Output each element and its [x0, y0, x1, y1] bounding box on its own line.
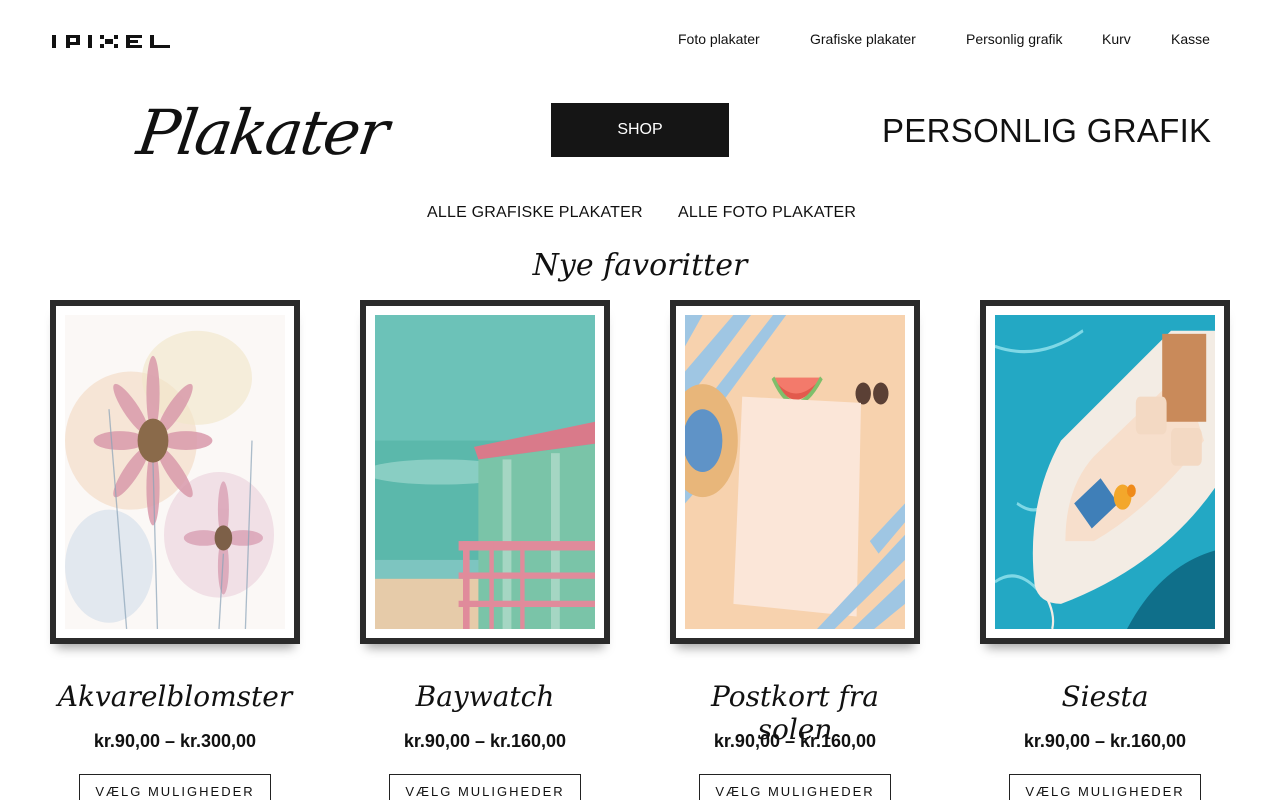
- choose-options-button[interactable]: VÆLG MULIGHEDER: [699, 774, 891, 800]
- product-image-link[interactable]: [980, 300, 1230, 644]
- product-card: Postkort fra solen kr.90,00 – kr.160,00 …: [670, 300, 920, 800]
- product-image-link[interactable]: [360, 300, 610, 644]
- personlig-grafik-heading[interactable]: PERSONLIG GRAFIK: [882, 112, 1211, 150]
- main-nav: Foto plakater Grafiske plakater Personli…: [0, 31, 1280, 51]
- link-alle-grafiske-plakater[interactable]: ALLE GRAFISKE PLAKATER: [427, 204, 643, 222]
- plakater-heading[interactable]: Plakater: [133, 96, 392, 169]
- product-price: kr.90,00 – kr.300,00: [93, 731, 257, 751]
- nav-grafiske-plakater[interactable]: Grafiske plakater: [810, 31, 916, 47]
- lifeguard-tower-icon: [375, 315, 595, 629]
- product-price: kr.90,00 – kr.160,00: [713, 731, 877, 751]
- choose-options-button[interactable]: VÆLG MULIGHEDER: [79, 774, 271, 800]
- boat-aerial-icon: [995, 315, 1215, 629]
- shop-button[interactable]: SHOP: [551, 103, 729, 157]
- beach-postcard-icon: [685, 315, 905, 629]
- nav-kurv[interactable]: Kurv: [1102, 31, 1131, 47]
- product-price: kr.90,00 – kr.160,00: [403, 731, 567, 751]
- product-price: kr.90,00 – kr.160,00: [1023, 731, 1187, 751]
- product-card: Siesta kr.90,00 – kr.160,00 VÆLG MULIGHE…: [980, 300, 1230, 800]
- product-name[interactable]: Siesta: [980, 680, 1230, 713]
- product-image-link[interactable]: [50, 300, 300, 644]
- product-name[interactable]: Akvarelblomster: [50, 680, 300, 713]
- product-name[interactable]: Baywatch: [360, 680, 610, 713]
- nav-foto-plakater[interactable]: Foto plakater: [678, 31, 760, 47]
- product-card: Baywatch kr.90,00 – kr.160,00 VÆLG MULIG…: [360, 300, 610, 800]
- section-title: Nye favoritter: [532, 248, 748, 283]
- watercolor-flowers-icon: [65, 315, 285, 629]
- product-card: Akvarelblomster kr.90,00 – kr.300,00 VÆL…: [50, 300, 300, 800]
- link-alle-foto-plakater[interactable]: ALLE FOTO PLAKATER: [678, 204, 856, 222]
- product-image-link[interactable]: [670, 300, 920, 644]
- nav-kasse[interactable]: Kasse: [1171, 31, 1210, 47]
- choose-options-button[interactable]: VÆLG MULIGHEDER: [1009, 774, 1201, 800]
- nav-personlig-grafik[interactable]: Personlig grafik: [966, 31, 1063, 47]
- choose-options-button[interactable]: VÆLG MULIGHEDER: [389, 774, 581, 800]
